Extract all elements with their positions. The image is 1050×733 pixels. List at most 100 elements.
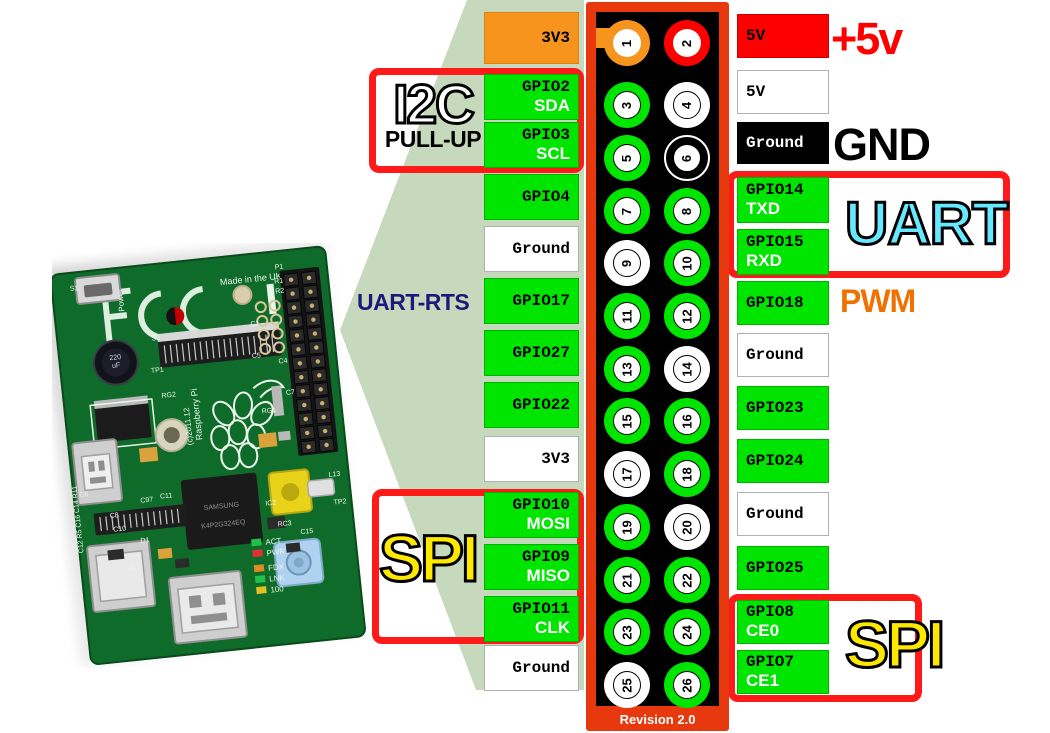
gpio-pin-disc: 12 xyxy=(673,302,701,330)
svg-text:S1: S1 xyxy=(70,285,79,293)
gpio-pin-12: 12 xyxy=(664,293,710,339)
pin-label-name: GPIO22 xyxy=(512,395,570,414)
gpio-pin-number: 1 xyxy=(619,39,635,47)
gpio-pin-number: 21 xyxy=(619,572,635,588)
gpio-pin-number: 24 xyxy=(679,624,695,640)
gpio-pin-16: 16 xyxy=(664,398,710,444)
left-pin-label-ground: Ground xyxy=(484,645,579,691)
gpio-pin-disc: 15 xyxy=(613,407,641,435)
gpio-pin-11: 11 xyxy=(604,293,650,339)
left-pin-label-gpio27: GPIO27 xyxy=(484,330,579,376)
gpio-header-body: 1 2 3 4 5 6 7 8 9 10 11 12 13 14 15 16 17 18 19 20 21 22 23 24 2… xyxy=(596,12,719,708)
gpio-pin-number: 6 xyxy=(679,154,695,162)
gpio-pin-number: 23 xyxy=(619,624,635,640)
pin-label-name: Ground xyxy=(746,345,804,364)
gpio-pin-8: 8 xyxy=(664,188,710,234)
svg-text:TP1: TP1 xyxy=(151,367,165,375)
gpio-pin-number: 22 xyxy=(679,572,695,588)
gpio-pin-23: 23 xyxy=(604,609,650,655)
svg-text:D1: D1 xyxy=(140,537,150,545)
left-pin-label-gpio2: GPIO2 SDA xyxy=(484,74,579,120)
gpio-pin-number: 19 xyxy=(619,519,635,535)
gpio-pin-disc: 24 xyxy=(673,618,701,646)
pin-label-name: 5V xyxy=(746,82,766,101)
pin-label-name: GPIO15 xyxy=(746,233,804,252)
svg-text:C5: C5 xyxy=(252,352,262,360)
gpio-pin-13: 13 xyxy=(604,346,650,392)
left-pin-label-3v3: 3V3 xyxy=(484,436,579,482)
gpio-pin-disc: 5 xyxy=(613,144,641,172)
gpio-pin-25: 25 xyxy=(604,662,650,708)
gpio-pin-number: 18 xyxy=(679,466,695,482)
pin-label-name: 3V3 xyxy=(541,449,570,468)
gpio-pin-disc: 8 xyxy=(673,197,701,225)
left-pin-label-gpio9: GPIO9 MISO xyxy=(484,544,579,590)
gpio-pin-3: 3 xyxy=(604,82,650,128)
pin-label-name: GPIO10 xyxy=(512,496,570,515)
gpio-pin-22: 22 xyxy=(664,557,710,603)
revision-label: Revision 2.0 xyxy=(619,712,696,727)
svg-text:C6: C6 xyxy=(79,491,89,499)
gpio-pin-disc: 26 xyxy=(673,671,701,699)
gpio-pin-disc: 13 xyxy=(613,355,641,383)
annotation-plus-5v: +5v xyxy=(831,13,903,64)
gpio-pin-disc: 18 xyxy=(673,460,701,488)
gpio-pin-18: 18 xyxy=(664,451,710,497)
svg-text:C15: C15 xyxy=(300,528,314,536)
gpio-pin-26: 26 xyxy=(664,662,710,708)
gpio-pin-21: 21 xyxy=(604,557,650,603)
annotation-i2c-subtitle: PULL-UP xyxy=(384,126,482,153)
svg-text:100: 100 xyxy=(270,584,285,594)
gpio-pin-number: 4 xyxy=(679,101,695,109)
pin-label-alt-function: CLK xyxy=(535,617,570,637)
right-pin-label-5v: 5V xyxy=(737,70,829,114)
gpio-pinout-diagram: Made in the UK Power 220 uF Raspberry Pi… xyxy=(0,0,1050,733)
svg-text:P1: P1 xyxy=(274,264,283,272)
svg-text:C11: C11 xyxy=(160,492,173,500)
right-pin-label-gpio25: GPIO25 xyxy=(737,546,829,590)
pin-label-name: Ground xyxy=(512,658,570,677)
svg-text:IC1: IC1 xyxy=(129,564,141,572)
svg-text:TP2: TP2 xyxy=(333,498,347,506)
left-pin-label-gpio17: GPIO17 xyxy=(484,278,579,324)
pin-label-name: 3V3 xyxy=(541,28,570,47)
gpio-pin-disc: 4 xyxy=(673,91,701,119)
gpio-pin-disc: 14 xyxy=(673,355,701,383)
right-pin-label-ground: Ground xyxy=(737,333,829,377)
gpio-header-graphic: 1 2 3 4 5 6 7 8 9 10 11 12 13 14 15 16 17 18 19 20 21 22 23 24 2… xyxy=(586,2,729,731)
gpio-pin-5: 5 xyxy=(604,135,650,181)
gpio-pin-disc: 10 xyxy=(673,249,701,277)
left-pin-label-gpio22: GPIO22 xyxy=(484,382,579,428)
gpio-pin-number: 11 xyxy=(619,309,635,323)
gpio-pin-number: 8 xyxy=(679,207,695,215)
gpio-pin-number: 26 xyxy=(679,677,695,693)
pin-label-name: GPIO14 xyxy=(746,181,804,200)
left-pin-label-gpio11: GPIO11 CLK xyxy=(484,596,579,642)
right-pin-label-gpio8: GPIO8 CE0 xyxy=(737,600,829,644)
svg-text:L13: L13 xyxy=(328,471,340,479)
gpio-pin-14: 14 xyxy=(664,346,710,392)
pin-label-alt-function: RXD xyxy=(746,250,782,270)
pin-label-alt-function: SDA xyxy=(534,95,570,115)
annotation-i2c: I2C PULL-UP xyxy=(378,73,488,153)
right-pin-label-gpio15: GPIO15 RXD xyxy=(737,229,829,275)
pin-label-name: GPIO24 xyxy=(746,451,804,470)
gpio-pin-disc: 2 xyxy=(673,29,701,57)
annotation-spi-left: SPI xyxy=(377,521,480,595)
right-pin-label-ground: Ground xyxy=(737,122,829,164)
left-pin-label-ground: Ground xyxy=(484,226,579,272)
gpio-pin-number: 20 xyxy=(679,519,695,535)
gpio-pin-disc: 3 xyxy=(613,91,641,119)
gpio-pin-number: 15 xyxy=(619,413,635,429)
pin-label-alt-function: CE1 xyxy=(746,670,780,690)
gpio-pin-disc: 19 xyxy=(613,513,641,541)
gpio-pin-10: 10 xyxy=(664,240,710,286)
gpio-pin-number: 13 xyxy=(619,361,635,377)
gpio-pin-7: 7 xyxy=(604,188,650,234)
gpio-pin-1: 1 xyxy=(604,20,650,66)
gpio-pin-number: 12 xyxy=(679,308,695,324)
gpio-pin-19: 19 xyxy=(604,504,650,550)
pin-label-name: GPIO3 xyxy=(521,126,570,145)
annotation-i2c-title: I2C xyxy=(392,73,477,135)
gpio-pin-number: 9 xyxy=(619,259,635,267)
